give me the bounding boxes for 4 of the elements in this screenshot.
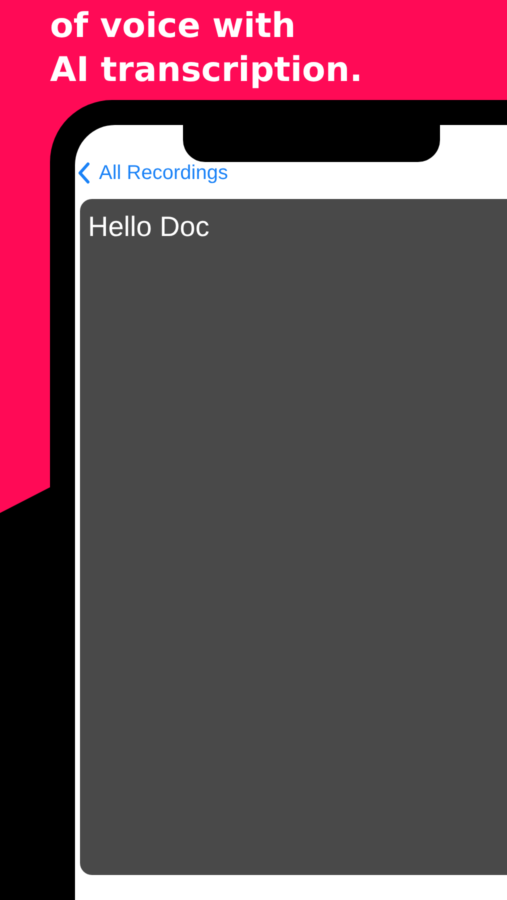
back-link[interactable]: All Recordings xyxy=(77,159,228,187)
headline: of voice with AI transcription. xyxy=(49,5,364,92)
chevron-left-icon xyxy=(77,162,91,184)
note-text: Hello Doc xyxy=(88,211,210,243)
